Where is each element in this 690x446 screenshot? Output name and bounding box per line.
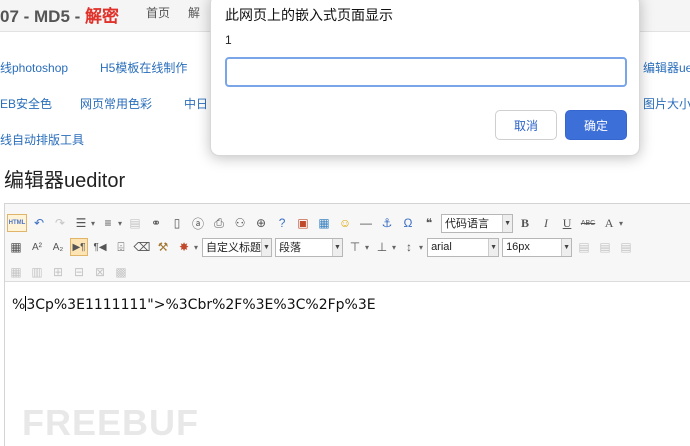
link-web-common-colors[interactable]: 网页常用色彩 bbox=[80, 95, 152, 112]
content-before-cursor: % bbox=[12, 297, 26, 313]
anchor-icon[interactable]: ⚓ bbox=[378, 214, 396, 232]
editor-toolbar: HTML ↶ ↷ ☰ ▾ ≡ ▾ ▤ ⚭ ▯ ⓐ ⎙ ⚇ ⊕ ? ▣ ▦ ☺ — ⚓… bbox=[5, 204, 690, 282]
paragraph-select[interactable]: 段落 ▼ bbox=[275, 237, 344, 257]
custom-title-value: 自定义标题 bbox=[206, 242, 262, 254]
dialog-title: 此网页上的嵌入式页面显示 bbox=[225, 7, 393, 23]
special-char-icon[interactable]: Ω bbox=[399, 214, 417, 232]
unordered-list-icon[interactable]: ☰ bbox=[72, 214, 90, 232]
font-family-select[interactable]: arial ▼ bbox=[427, 237, 500, 257]
link-web-safe-colors[interactable]: EB安全色 bbox=[0, 95, 52, 112]
editor-content[interactable]: %3Cp%3E1111111">%3Cbr%2F%3E%3C%2Fp%3E bbox=[12, 296, 376, 313]
insert-code-icon[interactable]: ⌹ bbox=[112, 238, 130, 256]
binoculars-icon[interactable]: ⚇ bbox=[231, 214, 249, 232]
image-icon[interactable]: ▣ bbox=[294, 214, 312, 232]
emoticon-icon[interactable]: ☺ bbox=[336, 214, 354, 232]
cancel-button[interactable]: 取消 bbox=[495, 110, 557, 140]
chevron-down-icon[interactable]: ▾ bbox=[619, 219, 623, 228]
horizontal-rule-icon[interactable]: — bbox=[357, 214, 375, 232]
ordered-list-icon[interactable]: ≡ bbox=[99, 214, 117, 232]
link-zhongri[interactable]: 中日 bbox=[184, 95, 208, 112]
chevron-down-icon[interactable]: ▾ bbox=[392, 243, 396, 252]
map-icon[interactable]: ▦ bbox=[315, 214, 333, 232]
delete-row-icon[interactable]: ⊠ bbox=[91, 263, 109, 281]
auto-format-icon[interactable]: ✸ bbox=[175, 238, 193, 256]
align-center-icon[interactable]: ▤ bbox=[596, 238, 614, 256]
code-language-value: 代码语言 bbox=[445, 218, 490, 230]
paragraph-value: 段落 bbox=[279, 242, 302, 254]
link-image-size[interactable]: 图片大小 bbox=[643, 95, 690, 112]
dialog-message: 1 bbox=[225, 33, 232, 47]
chevron-down-icon: ▼ bbox=[488, 238, 499, 256]
undo-icon[interactable]: ↶ bbox=[30, 214, 48, 232]
chevron-down-icon[interactable]: ▾ bbox=[194, 243, 198, 252]
chevron-down-icon[interactable]: ▾ bbox=[419, 243, 423, 252]
toolbar-row-3: ▦ ▥ ⊞ ⊟ ⊠ ▩ bbox=[7, 261, 133, 283]
link-auto-layout[interactable]: 线自动排版工具 bbox=[0, 131, 84, 148]
font-color-icon[interactable]: A bbox=[600, 214, 618, 232]
nav-home-link[interactable]: 首页 bbox=[146, 6, 170, 20]
anchor-a-icon[interactable]: ⓐ bbox=[189, 214, 207, 232]
redo-icon[interactable]: ↷ bbox=[51, 214, 69, 232]
chevron-down-icon: ▼ bbox=[261, 238, 272, 256]
split-cells-icon[interactable]: ⊟ bbox=[70, 263, 88, 281]
strikethrough-icon[interactable]: ABC bbox=[579, 214, 597, 232]
content-after-cursor: 3Cp%3E1111111">%3Cbr%2F%3E%3C%2Fp%3E bbox=[26, 297, 376, 313]
html-source-button[interactable]: HTML bbox=[7, 214, 27, 232]
bold-icon[interactable]: B bbox=[516, 214, 534, 232]
link-editor-ueditor[interactable]: 编辑器ue bbox=[643, 59, 690, 76]
site-title-highlight: 解密 bbox=[85, 7, 120, 26]
print-icon[interactable]: ⎙ bbox=[210, 214, 228, 232]
chevron-down-icon: ▼ bbox=[561, 238, 572, 256]
toolbar-row-1: HTML ↶ ↷ ☰ ▾ ≡ ▾ ▤ ⚭ ▯ ⓐ ⎙ ⚇ ⊕ ? ▣ ▦ ☺ — ⚓… bbox=[7, 212, 627, 234]
chevron-down-icon: ▼ bbox=[332, 238, 343, 256]
subscript-icon[interactable]: A₂ bbox=[49, 238, 67, 256]
eraser-icon[interactable]: ⌫ bbox=[133, 238, 151, 256]
row-spacing-bottom-icon[interactable]: ⊥ bbox=[373, 238, 391, 256]
blank-page-icon[interactable]: ▯ bbox=[168, 214, 186, 232]
format-brush-icon[interactable]: ⚒ bbox=[154, 238, 172, 256]
align-left-icon[interactable]: ▤ bbox=[575, 238, 593, 256]
link-icon[interactable]: ⚭ bbox=[147, 214, 165, 232]
superscript-icon[interactable]: A² bbox=[28, 238, 46, 256]
site-title-prefix: 07 - MD5 - bbox=[0, 7, 86, 26]
custom-title-select[interactable]: 自定义标题 ▼ bbox=[202, 237, 273, 257]
merge-cells-icon[interactable]: ⊞ bbox=[49, 263, 67, 281]
chevron-down-icon[interactable]: ▾ bbox=[118, 219, 122, 228]
prompt-dialog: 此网页上的嵌入式页面显示 1 取消 确定 bbox=[210, 0, 640, 156]
freebuf-watermark: FREEBUF bbox=[22, 402, 199, 443]
help-icon[interactable]: ? bbox=[273, 214, 291, 232]
dialog-input[interactable] bbox=[225, 57, 627, 87]
insert-row-icon[interactable]: ▦ bbox=[7, 263, 25, 281]
font-size-value: 16px bbox=[506, 241, 530, 253]
line-height-icon[interactable]: ↕ bbox=[400, 238, 418, 256]
font-family-value: arial bbox=[431, 241, 452, 253]
chevron-down-icon: ▼ bbox=[502, 214, 513, 232]
code-language-select[interactable]: 代码语言 ▼ bbox=[441, 213, 514, 233]
section-title: 编辑器ueditor bbox=[4, 170, 126, 192]
italic-icon[interactable]: I bbox=[537, 214, 555, 232]
paste-plain-icon[interactable]: ▤ bbox=[126, 214, 144, 232]
nav-decrypt-link[interactable]: 解 bbox=[188, 6, 200, 20]
chevron-down-icon[interactable]: ▾ bbox=[365, 243, 369, 252]
delete-table-icon[interactable]: ▩ bbox=[112, 263, 130, 281]
blockquote-icon[interactable]: ❝ bbox=[420, 214, 438, 232]
row-spacing-top-icon[interactable]: ⊤ bbox=[346, 238, 364, 256]
font-size-select[interactable]: 16px ▼ bbox=[502, 237, 573, 257]
ltr-direction-icon[interactable]: ▶¶ bbox=[70, 238, 88, 256]
toolbar-row-2: ▦ A² A₂ ▶¶ ¶◀ ⌹ ⌫ ⚒ ✸ ▾ 自定义标题 ▼ 段落 ▼ ⊤ ▾ ⊥ ▾ … bbox=[7, 236, 638, 258]
ok-button[interactable]: 确定 bbox=[565, 110, 627, 140]
insert-col-icon[interactable]: ▥ bbox=[28, 263, 46, 281]
link-h5-template[interactable]: H5模板在线制作 bbox=[100, 59, 187, 76]
underline-icon[interactable]: U bbox=[558, 214, 576, 232]
table-icon[interactable]: ▦ bbox=[7, 238, 25, 256]
preview-icon[interactable]: ⊕ bbox=[252, 214, 270, 232]
rtl-direction-icon[interactable]: ¶◀ bbox=[91, 238, 109, 256]
site-title: 07 - MD5 - 解密 bbox=[0, 2, 119, 27]
link-photoshop[interactable]: 线photoshop bbox=[0, 59, 68, 76]
site-nav: 首页 解 bbox=[146, 4, 218, 21]
chevron-down-icon[interactable]: ▾ bbox=[91, 219, 95, 228]
align-right-icon[interactable]: ▤ bbox=[617, 238, 635, 256]
